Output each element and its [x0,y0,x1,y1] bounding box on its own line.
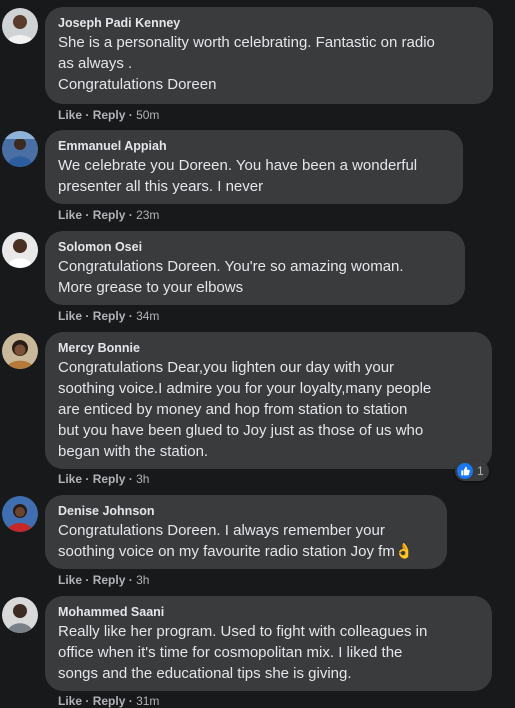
like-reaction-icon [457,463,473,479]
comment-actions: Like · Reply · 3h [58,472,149,486]
comment-actions: Like · Reply · 31m [58,694,159,708]
separator: · [128,309,133,323]
comment-text: She is a personality worth celebrating. … [58,34,435,93]
comment-actions: Like · Reply · 50m [58,108,159,122]
comment-text: Congratulations Doreen. You're so amazin… [58,258,404,296]
comment-actions: Like · Reply · 34m [58,309,159,323]
avatar[interactable] [2,8,38,44]
separator: · [85,472,90,486]
comment-author[interactable]: Denise Johnson [58,503,434,519]
comment-bubble: Solomon Osei Congratulations Doreen. You… [45,231,465,305]
avatar[interactable] [2,597,38,633]
comment-bubble: Emmanuel Appiah We celebrate you Doreen.… [45,130,463,204]
comment-text: Congratulations Doreen. I always remembe… [58,522,414,560]
profile-photo [2,597,38,633]
reply-link[interactable]: Reply [93,108,126,122]
profile-photo [2,333,38,369]
comment-text: We celebrate you Doreen. You have been a… [58,157,418,195]
profile-photo [2,496,38,532]
separator: · [85,694,90,708]
comment-timestamp[interactable]: 23m [136,208,159,222]
comment-author[interactable]: Mercy Bonnie [58,340,479,356]
separator: · [85,208,90,222]
reaction-count: 1 [477,464,484,478]
separator: · [128,694,133,708]
comment-bubble: Joseph Padi Kenney She is a personality … [45,7,493,104]
comment-timestamp[interactable]: 3h [136,472,149,486]
reply-link[interactable]: Reply [93,472,126,486]
comment-author[interactable]: Joseph Padi Kenney [58,15,480,31]
avatar[interactable] [2,232,38,268]
comment-actions: Like · Reply · 3h [58,573,149,587]
like-link[interactable]: Like [58,694,82,708]
avatar[interactable] [2,131,38,167]
profile-photo [2,131,38,167]
like-link[interactable]: Like [58,309,82,323]
comment-timestamp[interactable]: 3h [136,573,149,587]
comment-bubble: Denise Johnson Congratulations Doreen. I… [45,495,447,569]
profile-photo [2,232,38,268]
separator: · [85,573,90,587]
separator: · [85,309,90,323]
like-link[interactable]: Like [58,472,82,486]
comment-timestamp[interactable]: 34m [136,309,159,323]
comment-timestamp[interactable]: 31m [136,694,159,708]
reply-link[interactable]: Reply [93,573,126,587]
comment-bubble: Mohammed Saani Really like her program. … [45,596,492,691]
comment-timestamp[interactable]: 50m [136,108,159,122]
comment-text: Congratulations Dear,you lighten our day… [58,359,432,460]
avatar[interactable] [2,496,38,532]
profile-photo [2,8,38,44]
comment-author[interactable]: Solomon Osei [58,239,452,255]
reaction-badge[interactable]: 1 [455,461,489,481]
comment-author[interactable]: Mohammed Saani [58,604,479,620]
like-link[interactable]: Like [58,208,82,222]
avatar[interactable] [2,333,38,369]
reply-link[interactable]: Reply [93,694,126,708]
comment-bubble: Mercy Bonnie Congratulations Dear,you li… [45,332,492,469]
like-link[interactable]: Like [58,108,82,122]
separator: · [85,108,90,122]
reply-link[interactable]: Reply [93,309,126,323]
comment-actions: Like · Reply · 23m [58,208,159,222]
comment-author[interactable]: Emmanuel Appiah [58,138,450,154]
comment-text: Really like her program. Used to fight w… [58,623,428,682]
separator: · [128,573,133,587]
separator: · [128,208,133,222]
reply-link[interactable]: Reply [93,208,126,222]
separator: · [128,472,133,486]
like-link[interactable]: Like [58,573,82,587]
separator: · [128,108,133,122]
